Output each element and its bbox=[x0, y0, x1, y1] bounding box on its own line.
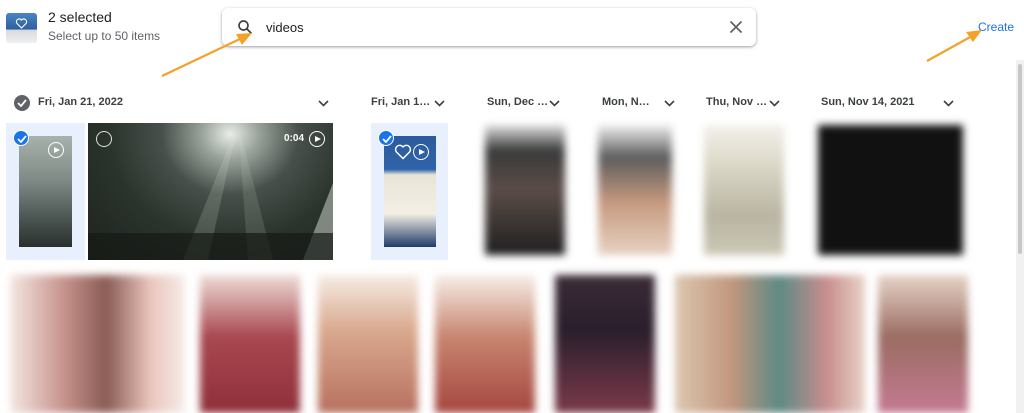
video-thumbnail[interactable] bbox=[19, 136, 72, 247]
play-icon bbox=[309, 131, 325, 147]
chevron-down-icon[interactable] bbox=[318, 100, 329, 107]
chevron-down-icon[interactable] bbox=[549, 100, 560, 107]
video-thumbnail[interactable] bbox=[10, 275, 185, 413]
select-date-check-icon[interactable] bbox=[14, 95, 30, 111]
video-duration: 0:04 bbox=[284, 133, 305, 144]
date-label: Fri, Jan 21, 2022 bbox=[38, 96, 123, 108]
video-thumbnail[interactable] bbox=[200, 275, 300, 413]
play-icon bbox=[48, 142, 64, 158]
video-thumbnail[interactable] bbox=[318, 275, 418, 413]
video-thumbnail[interactable] bbox=[818, 125, 963, 255]
search-bar[interactable] bbox=[222, 8, 756, 46]
video-thumbnail[interactable] bbox=[485, 125, 565, 255]
selection-header: 2 selected Select up to 50 items Create bbox=[0, 0, 1024, 60]
video-thumbnail[interactable] bbox=[878, 275, 968, 413]
selected-count: 2 selected bbox=[48, 9, 112, 25]
date-label: Thu, Nov … bbox=[706, 96, 768, 108]
video-thumbnail[interactable] bbox=[384, 136, 436, 247]
video-thumbnail[interactable]: 0:04 bbox=[88, 123, 333, 260]
selection-thumbnail bbox=[6, 13, 37, 43]
chevron-down-icon[interactable] bbox=[434, 100, 445, 107]
date-group-1: Fri, Jan 21, 2022 bbox=[38, 95, 338, 111]
chevron-down-icon[interactable] bbox=[769, 100, 780, 107]
heart-icon bbox=[15, 18, 28, 29]
date-group-3: Sun, Dec … bbox=[487, 95, 567, 111]
search-icon[interactable] bbox=[236, 18, 254, 36]
play-icon bbox=[413, 144, 429, 160]
close-icon[interactable] bbox=[729, 20, 743, 34]
date-group-5: Thu, Nov … bbox=[706, 95, 786, 111]
scrollbar-thumb[interactable] bbox=[1018, 64, 1022, 254]
selection-limit-text: Select up to 50 items bbox=[48, 29, 161, 43]
create-button[interactable]: Create bbox=[978, 20, 1014, 34]
video-thumbnail[interactable] bbox=[598, 125, 672, 255]
check-circle-icon[interactable] bbox=[378, 130, 394, 146]
date-label: Sun, Dec … bbox=[487, 96, 549, 108]
chevron-down-icon[interactable] bbox=[664, 100, 675, 107]
date-label: Mon, N… bbox=[602, 96, 650, 108]
heart-icon bbox=[394, 144, 412, 160]
check-circle-icon[interactable] bbox=[13, 130, 29, 146]
video-thumbnail[interactable] bbox=[675, 275, 865, 413]
search-input[interactable] bbox=[266, 17, 706, 37]
video-thumbnail[interactable] bbox=[435, 275, 535, 413]
date-group-2: Fri, Jan 1… bbox=[371, 95, 451, 111]
chevron-down-icon[interactable] bbox=[943, 100, 954, 107]
date-label: Sun, Nov 14, 2021 bbox=[821, 96, 915, 108]
date-group-4: Mon, N… bbox=[602, 95, 682, 111]
video-thumbnail[interactable] bbox=[704, 125, 784, 255]
date-label: Fri, Jan 1… bbox=[371, 96, 431, 108]
date-group-6: Sun, Nov 14, 2021 bbox=[821, 95, 961, 111]
video-thumbnail[interactable] bbox=[555, 275, 655, 413]
unselected-circle-icon[interactable] bbox=[96, 131, 112, 147]
